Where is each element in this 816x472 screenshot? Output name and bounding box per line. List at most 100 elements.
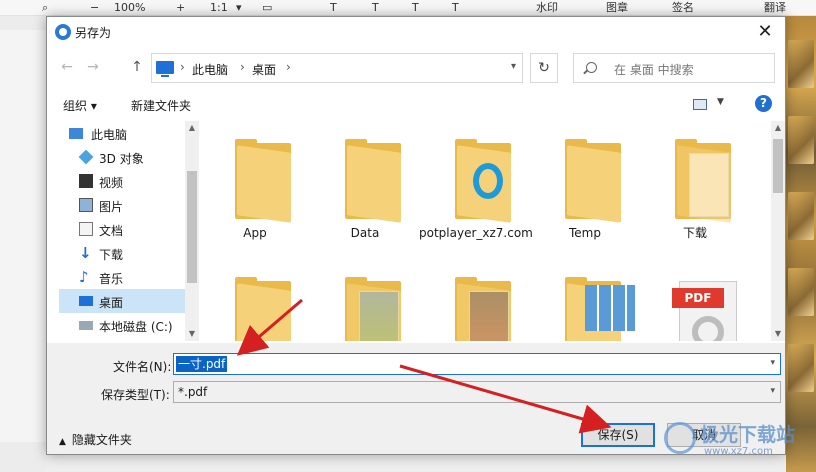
page-thumbnail[interactable] xyxy=(788,192,814,240)
sidebar-item-local-disk[interactable]: 本地磁盘 (C:) xyxy=(59,313,185,337)
refresh-button[interactable]: ↻ xyxy=(530,53,558,83)
sidebar-item-label: 视频 xyxy=(99,176,124,190)
list-item[interactable]: Temp xyxy=(535,121,635,241)
file-name: 下载 xyxy=(682,226,707,240)
sidebar-item-label: 文档 xyxy=(99,224,124,238)
chevron-down-icon[interactable]: ▾ xyxy=(770,358,775,368)
scrollbar-thumb[interactable] xyxy=(773,139,783,193)
scroll-up-icon[interactable]: ▲ xyxy=(771,121,785,135)
page-thumbnail[interactable] xyxy=(788,116,814,164)
scrollbar-thumb[interactable] xyxy=(187,171,197,283)
sidebar-item-3d-objects[interactable]: 3D 对象 xyxy=(59,145,185,169)
search-input[interactable]: 在 桌面 中搜索 xyxy=(573,53,775,83)
pictures-icon xyxy=(79,198,93,212)
chevron-right-icon[interactable]: › xyxy=(180,60,185,74)
breadcrumb-desktop[interactable]: 桌面 xyxy=(252,61,276,78)
chevron-right-icon[interactable]: › xyxy=(286,60,291,74)
back-arrow-icon[interactable]: ← xyxy=(57,58,77,76)
dialog-titlebar[interactable]: 另存为 ✕ xyxy=(47,17,785,47)
sidebar-item-label: 桌面 xyxy=(99,296,124,310)
file-name: Temp xyxy=(569,226,601,240)
sidebar-item-music[interactable]: ♪ 音乐 xyxy=(59,265,185,289)
stamp-tool[interactable]: 图章 xyxy=(606,0,628,16)
save-as-dialog: 另存为 ✕ ← → ↑ › 此电脑 › 桌面 › ▾ ↻ 在 桌面 中搜索 组织… xyxy=(46,16,786,455)
watermark-tool[interactable]: 水印 xyxy=(536,0,558,16)
scroll-up-icon[interactable]: ▲ xyxy=(185,121,199,135)
chevron-up-icon: ▲ xyxy=(59,437,66,447)
strikethrough-tool-icon[interactable]: T xyxy=(412,0,419,16)
page-thumbnail[interactable] xyxy=(788,268,814,316)
chevron-down-icon[interactable]: ▾ xyxy=(511,61,516,72)
watermark-text: 极光下载站 xyxy=(700,424,796,446)
save-button[interactable]: 保存(S) xyxy=(581,423,655,447)
folder-icon xyxy=(345,139,403,223)
sign-tool[interactable]: 签名 xyxy=(672,0,694,16)
documents-icon xyxy=(79,222,93,236)
folder-icon xyxy=(235,139,293,223)
filetype-label: 保存类型(T): xyxy=(101,388,170,402)
help-icon[interactable]: ? xyxy=(755,95,772,112)
hide-folders-toggle[interactable]: ▲ 隐藏文件夹 xyxy=(59,431,132,448)
list-item[interactable] xyxy=(535,259,635,341)
search-placeholder: 在 桌面 中搜索 xyxy=(614,63,694,77)
sidebar-item-videos[interactable]: 视频 xyxy=(59,169,185,193)
scroll-down-icon[interactable]: ▼ xyxy=(771,327,785,341)
list-item[interactable]: Data xyxy=(315,121,415,241)
breadcrumb-this-pc[interactable]: 此电脑 xyxy=(192,61,228,78)
zoom-out-button[interactable]: − xyxy=(90,0,99,16)
navigation-scrollbar[interactable]: ▲ ▼ xyxy=(185,121,199,341)
list-item[interactable]: PDF xyxy=(645,259,745,341)
sidebar-item-desktop[interactable]: 桌面 xyxy=(59,289,185,313)
watermark-url: www.xz7.com xyxy=(704,446,773,457)
zoom-in-button[interactable]: + xyxy=(176,0,185,16)
hide-folders-label: 隐藏文件夹 xyxy=(71,433,132,447)
highlight-tool-icon[interactable]: T xyxy=(452,0,459,16)
scroll-down-icon[interactable]: ▼ xyxy=(185,327,199,341)
chevron-down-icon[interactable]: ▾ xyxy=(770,386,775,396)
underline-tool-icon[interactable]: T xyxy=(372,0,379,16)
list-item[interactable] xyxy=(315,259,415,341)
file-name: App xyxy=(243,226,267,240)
sidebar-item-downloads[interactable]: ↓ 下载 xyxy=(59,241,185,265)
image-folder-icon xyxy=(565,277,635,341)
drive-icon xyxy=(79,321,93,330)
sidebar-item-documents[interactable]: 文档 xyxy=(59,217,185,241)
filename-field[interactable]: 一寸.pdf ▾ xyxy=(173,353,781,375)
folder-icon xyxy=(565,139,623,223)
sidebar-item-label: 图片 xyxy=(99,200,124,214)
sidebar-item-label: 音乐 xyxy=(99,272,124,286)
address-bar[interactable]: › 此电脑 › 桌面 › ▾ xyxy=(151,53,523,83)
chevron-down-icon[interactable]: ▾ xyxy=(236,0,242,16)
computer-icon xyxy=(69,128,83,139)
list-item[interactable] xyxy=(205,259,305,341)
file-name: potplayer_xz7.com xyxy=(419,226,533,240)
rotate-icon[interactable]: ▭ xyxy=(262,0,272,16)
list-item[interactable]: App xyxy=(205,121,305,241)
organize-button[interactable]: 组织 ▾ xyxy=(63,97,97,114)
new-folder-button[interactable]: 新建文件夹 xyxy=(131,97,191,114)
command-bar: 组织 ▾ 新建文件夹 ▼ ? xyxy=(47,91,785,119)
view-options-icon[interactable] xyxy=(693,99,707,110)
list-item[interactable]: potplayer_xz7.com xyxy=(419,121,533,241)
content-scrollbar[interactable]: ▲ ▼ xyxy=(771,121,785,341)
list-item[interactable]: 下载 xyxy=(645,121,745,241)
chevron-down-icon[interactable]: ▼ xyxy=(717,97,724,107)
translate-tool[interactable]: 翻译 xyxy=(764,0,786,16)
document-page xyxy=(0,30,46,442)
page-thumbnail[interactable] xyxy=(788,344,814,392)
chevron-right-icon[interactable]: › xyxy=(240,60,245,74)
actual-size-button[interactable]: 1:1 xyxy=(210,0,228,16)
sidebar-item-this-pc[interactable]: 此电脑 xyxy=(59,121,185,145)
forward-arrow-icon[interactable]: → xyxy=(83,58,103,76)
app-icon xyxy=(55,24,71,40)
search-icon[interactable]: ⌕ xyxy=(42,0,48,16)
list-item[interactable] xyxy=(425,259,525,341)
page-thumbnail[interactable] xyxy=(788,40,814,88)
zoom-level[interactable]: 100% xyxy=(114,0,145,16)
close-button[interactable]: ✕ xyxy=(745,17,785,47)
up-arrow-icon[interactable]: ↑ xyxy=(127,58,147,76)
filename-value[interactable]: 一寸.pdf xyxy=(176,356,228,372)
text-tool-icon[interactable]: T xyxy=(330,0,337,16)
filetype-select[interactable]: *.pdf ▾ xyxy=(173,381,781,403)
sidebar-item-pictures[interactable]: 图片 xyxy=(59,193,185,217)
